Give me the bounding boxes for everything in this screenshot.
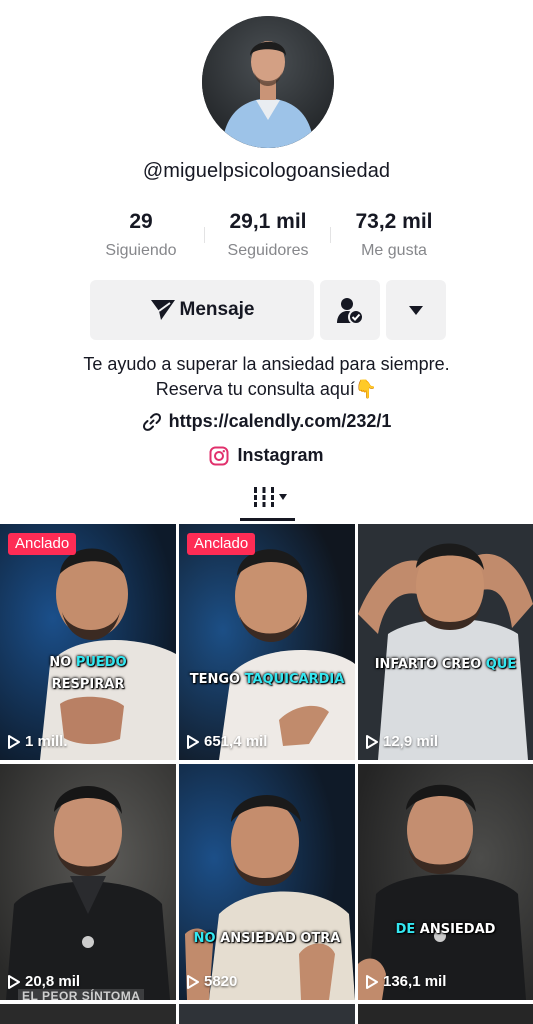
message-button[interactable]: Mensaje (90, 280, 314, 340)
caption-highlight: PUEDO (75, 655, 127, 670)
link-icon (142, 412, 161, 431)
profile-avatar[interactable] (202, 16, 334, 148)
video-caption: EL PEOR SÍNTOMA (18, 989, 145, 1000)
view-count-text: 5820 (204, 973, 238, 990)
play-icon (366, 974, 378, 989)
view-count-text: 20,8 mil (25, 973, 81, 990)
bio-line: Reserva tu consulta aquí👇 (155, 379, 378, 399)
video-thumbnail[interactable]: Anclado NO PUEDO RESPIRAR 1 mill. (0, 524, 176, 760)
video-thumbnail[interactable] (179, 1004, 355, 1024)
video-thumbnail-image (0, 524, 176, 760)
avatar-image (202, 16, 334, 148)
video-caption: NO PUEDO RESPIRAR (0, 652, 176, 696)
caption-text: ANSIEDAD (419, 922, 496, 937)
video-caption: DE ANSIEDAD (358, 919, 533, 941)
video-thumbnail[interactable]: Anclado TENGO TAQUICARDIA 651,4 mil (179, 524, 355, 760)
video-thumbnail-image (358, 524, 533, 760)
caption-text: NO (49, 655, 72, 670)
tab-videos[interactable] (252, 484, 288, 510)
caption-highlight: TAQUICARDIA (244, 672, 345, 687)
profile-stats: 29 Siguiendo 29,1 mil Seguidores 73,2 mi… (0, 208, 533, 268)
video-caption: NO ANSIEDAD OTRA (179, 928, 355, 950)
caption-text: TENGO (189, 672, 241, 687)
video-view-count: 651,4 mil (187, 733, 267, 750)
view-count-text: 136,1 mil (383, 973, 447, 990)
stat-likes-label: Me gusta (361, 242, 427, 259)
caption-text: INFARTO CREO (374, 657, 482, 672)
play-icon (366, 734, 378, 749)
video-thumbnail[interactable] (0, 1004, 176, 1024)
video-caption: TENGO TAQUICARDIA (179, 669, 355, 691)
video-view-count: 20,8 mil (8, 973, 80, 990)
video-thumbnail[interactable]: DE ANSIEDAD 136,1 mil (358, 764, 533, 1000)
instagram-link[interactable]: Instagram (0, 445, 533, 466)
more-options-button[interactable] (386, 280, 446, 340)
stat-followers-label: Seguidores (227, 242, 309, 259)
play-icon (187, 974, 199, 989)
profile-bio: Te ayudo a superar la ansiedad para siem… (0, 352, 533, 402)
stat-following[interactable]: 29 Siguiendo (76, 208, 206, 262)
chevron-down-icon (279, 494, 287, 500)
video-thumbnail-image (179, 764, 355, 1000)
stat-followers-count: 29,1 mil (229, 210, 307, 233)
pinned-badge: Anclado (8, 533, 77, 555)
video-view-count: 1 mill. (8, 733, 68, 750)
video-thumbnail[interactable] (358, 1004, 533, 1024)
stat-divider (204, 227, 205, 243)
play-icon (187, 734, 199, 749)
video-view-count: 136,1 mil (366, 973, 446, 990)
stat-likes-count: 73,2 mil (355, 210, 433, 233)
view-count-text: 651,4 mil (204, 733, 268, 750)
video-thumbnail-image (179, 524, 355, 760)
play-icon (8, 974, 20, 989)
stat-followers[interactable]: 29,1 mil Seguidores (203, 208, 333, 262)
stat-divider (330, 227, 331, 243)
video-thumbnail-image (358, 764, 533, 1000)
tab-active-indicator (240, 518, 295, 521)
play-icon (8, 734, 20, 749)
video-view-count: 12,9 mil (366, 733, 438, 750)
caption-text: ANSIEDAD OTRA (220, 931, 341, 946)
send-icon (150, 300, 175, 320)
view-count-text: 1 mill. (25, 733, 68, 750)
stat-following-label: Siguiendo (105, 242, 177, 259)
bio-line: Te ayudo a superar la ansiedad para siem… (83, 354, 450, 374)
stat-following-count: 29 (129, 210, 153, 233)
friend-status-button[interactable] (320, 280, 380, 340)
view-count-text: 12,9 mil (383, 733, 439, 750)
profile-link-text: https://calendly.com/232/1 (168, 411, 392, 431)
instagram-label: Instagram (237, 445, 324, 465)
caret-down-icon (409, 306, 423, 315)
profile-link[interactable]: https://calendly.com/232/1 (0, 411, 533, 432)
video-caption: INFARTO CREO QUE (358, 654, 533, 676)
profile-username: @miguelpsicologoansiedad (142, 160, 391, 182)
message-button-label: Mensaje (179, 299, 255, 320)
video-thumbnail[interactable]: NO ANSIEDAD OTRA 5820 (179, 764, 355, 1000)
video-thumbnail[interactable]: EL PEOR SÍNTOMA 20,8 mil (0, 764, 176, 1000)
grid-icon (252, 487, 276, 507)
caption-text: RESPIRAR (51, 677, 125, 692)
stat-likes: 73,2 mil Me gusta (329, 208, 459, 262)
user-check-icon (337, 298, 364, 325)
caption-highlight: DE (395, 922, 416, 937)
video-thumbnail[interactable]: INFARTO CREO QUE 12,9 mil (358, 524, 533, 760)
video-thumbnail-image (0, 764, 176, 1000)
video-view-count: 5820 (187, 973, 237, 990)
caption-highlight: QUE (485, 657, 517, 672)
video-grid: Anclado NO PUEDO RESPIRAR 1 mill. Anclad… (0, 524, 533, 1024)
instagram-icon (209, 446, 229, 465)
pinned-badge: Anclado (187, 533, 256, 555)
caption-highlight: NO (193, 931, 216, 946)
